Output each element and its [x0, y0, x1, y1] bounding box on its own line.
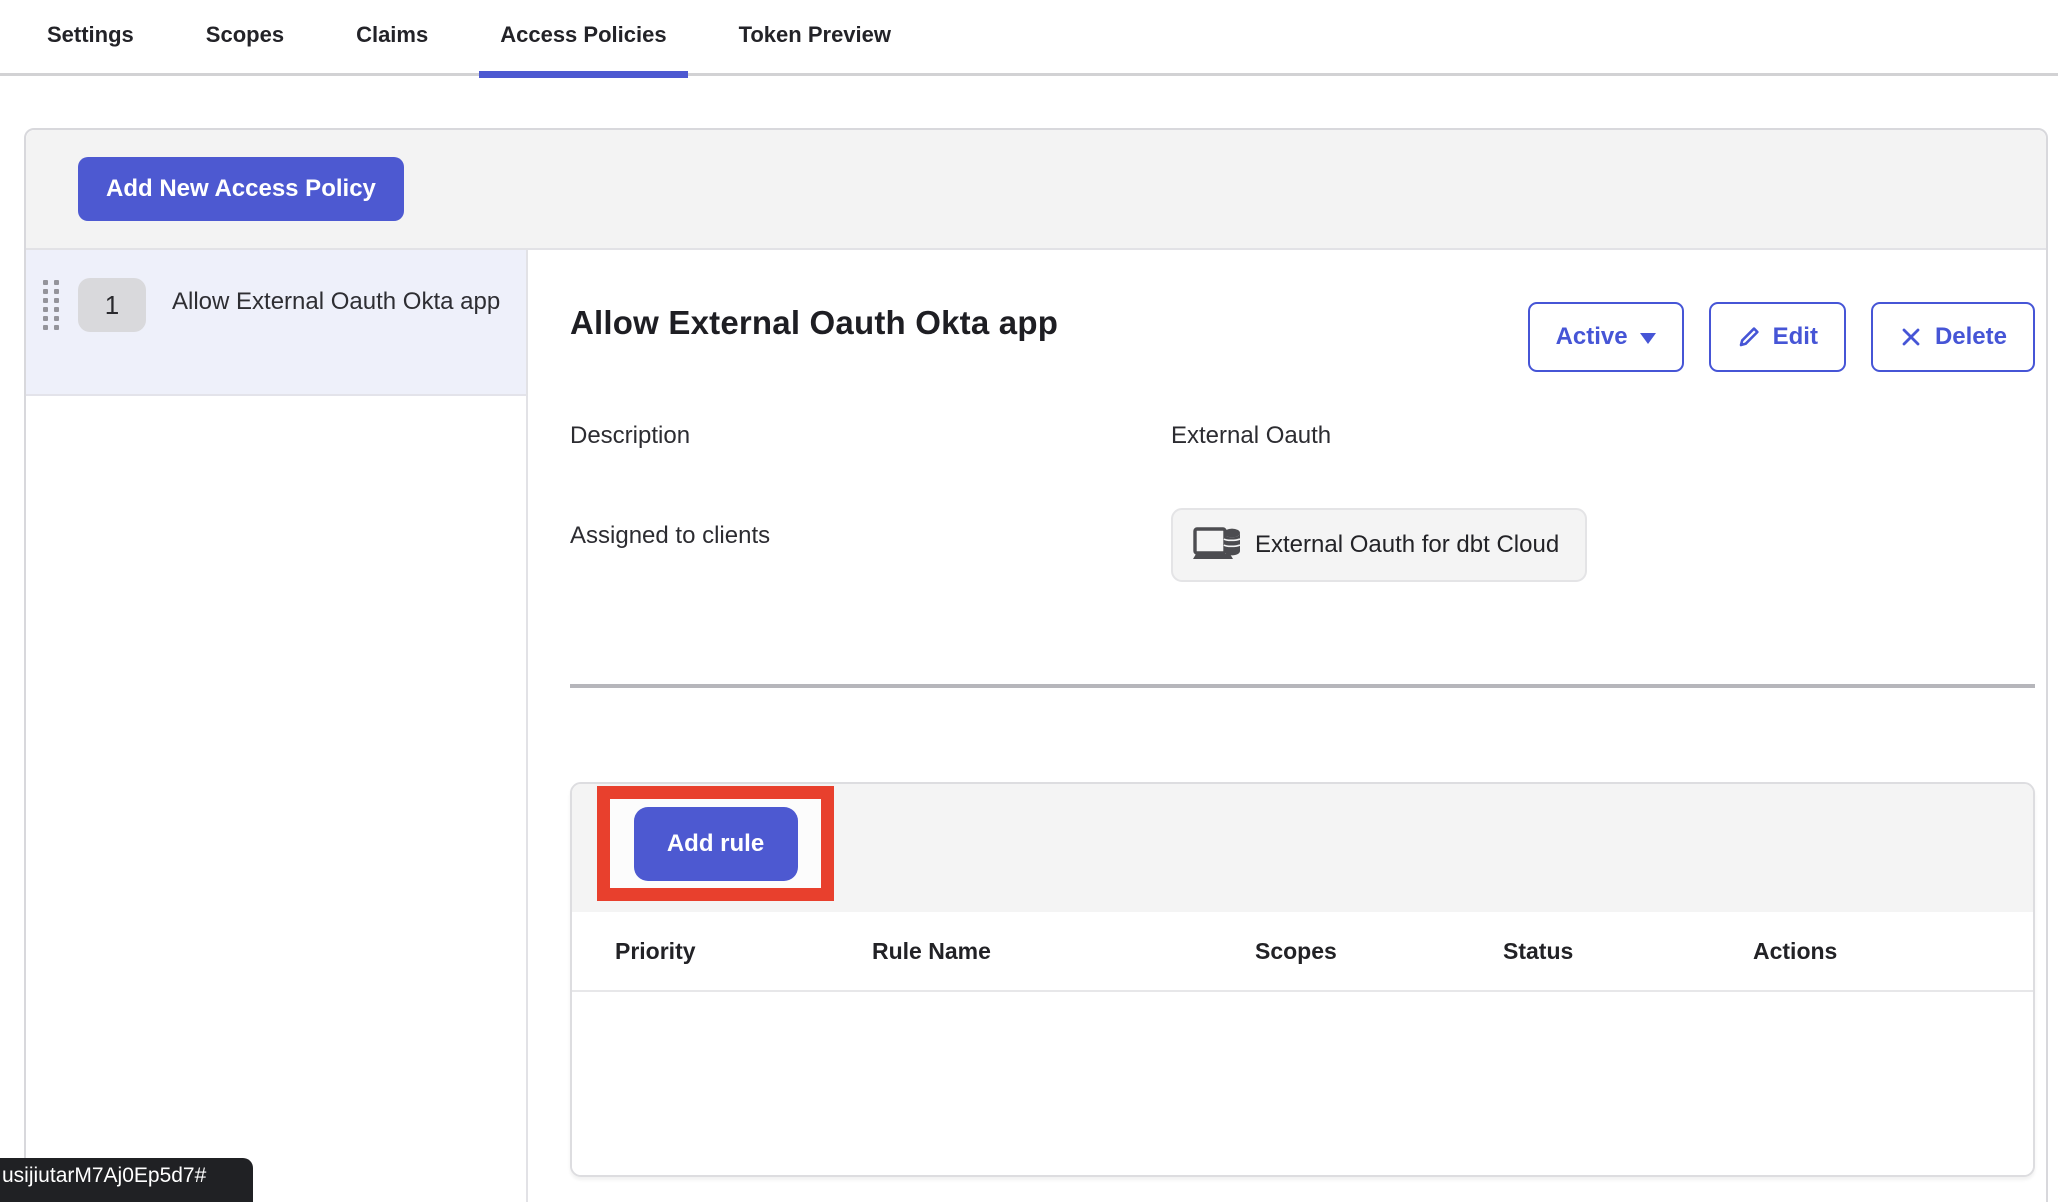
pencil-icon	[1737, 325, 1761, 349]
section-divider	[570, 684, 2035, 688]
client-chip: External Oauth for dbt Cloud	[1171, 508, 1587, 582]
annotation-highlight-box: Add rule	[597, 786, 834, 901]
edit-button[interactable]: Edit	[1709, 302, 1846, 372]
assigned-clients-row: Assigned to clients	[570, 508, 2035, 582]
rules-table-header: Priority Rule Name Scopes Status Actions	[572, 912, 2033, 992]
description-label: Description	[570, 422, 1171, 450]
rules-panel: Add rule Priority Rule Name Scopes Statu…	[570, 782, 2035, 1177]
description-row: Description External Oauth	[570, 422, 2035, 450]
policy-detail: Allow External Oauth Okta app Active Edi	[528, 250, 2046, 1202]
tab-bar: Settings Scopes Claims Access Policies T…	[0, 0, 2058, 76]
rules-table-body	[572, 992, 2033, 1175]
policy-actions: Active Edit	[1528, 302, 2035, 372]
col-priority: Priority	[615, 938, 872, 965]
assigned-clients-label: Assigned to clients	[570, 508, 1171, 550]
caret-down-icon	[1640, 333, 1656, 344]
client-app-icon	[1193, 525, 1241, 565]
policy-priority-badge: 1	[78, 278, 146, 332]
col-scopes: Scopes	[1255, 938, 1503, 965]
drag-handle-icon[interactable]	[43, 280, 65, 330]
rules-toolbar: Add rule	[572, 784, 2033, 912]
status-dropdown-button[interactable]: Active	[1528, 302, 1684, 372]
description-value: External Oauth	[1171, 422, 1331, 450]
tab-claims[interactable]: Claims	[335, 14, 449, 78]
status-bar-text: usijiutarM7Aj0Ep5d7#	[2, 1164, 206, 1188]
col-rule-name: Rule Name	[872, 938, 1255, 965]
panel-header: Add New Access Policy	[26, 130, 2046, 250]
access-policies-panel: Add New Access Policy 1 Allow External O…	[24, 128, 2048, 1202]
add-new-access-policy-button[interactable]: Add New Access Policy	[78, 157, 404, 221]
client-chip-label: External Oauth for dbt Cloud	[1255, 531, 1559, 559]
edit-button-label: Edit	[1773, 323, 1818, 351]
x-icon	[1899, 325, 1923, 349]
tab-settings[interactable]: Settings	[26, 14, 155, 78]
page: Settings Scopes Claims Access Policies T…	[0, 0, 2058, 1202]
policy-name: Allow External Oauth Okta app	[172, 278, 500, 326]
tab-token-preview[interactable]: Token Preview	[718, 14, 912, 78]
policy-detail-title: Allow External Oauth Okta app	[570, 304, 1058, 342]
col-status: Status	[1503, 938, 1753, 965]
delete-button[interactable]: Delete	[1871, 302, 2035, 372]
panel-body: 1 Allow External Oauth Okta app Allow Ex…	[26, 250, 2046, 1202]
policy-list-item[interactable]: 1 Allow External Oauth Okta app	[26, 250, 526, 396]
policy-list: 1 Allow External Oauth Okta app	[26, 250, 528, 1202]
delete-button-label: Delete	[1935, 323, 2007, 351]
status-dropdown-label: Active	[1556, 323, 1628, 351]
tab-scopes[interactable]: Scopes	[185, 14, 305, 78]
col-actions: Actions	[1753, 938, 2033, 965]
add-rule-button[interactable]: Add rule	[634, 807, 798, 881]
tab-access-policies[interactable]: Access Policies	[479, 14, 687, 78]
browser-status-bar: usijiutarM7Aj0Ep5d7#	[0, 1158, 253, 1202]
